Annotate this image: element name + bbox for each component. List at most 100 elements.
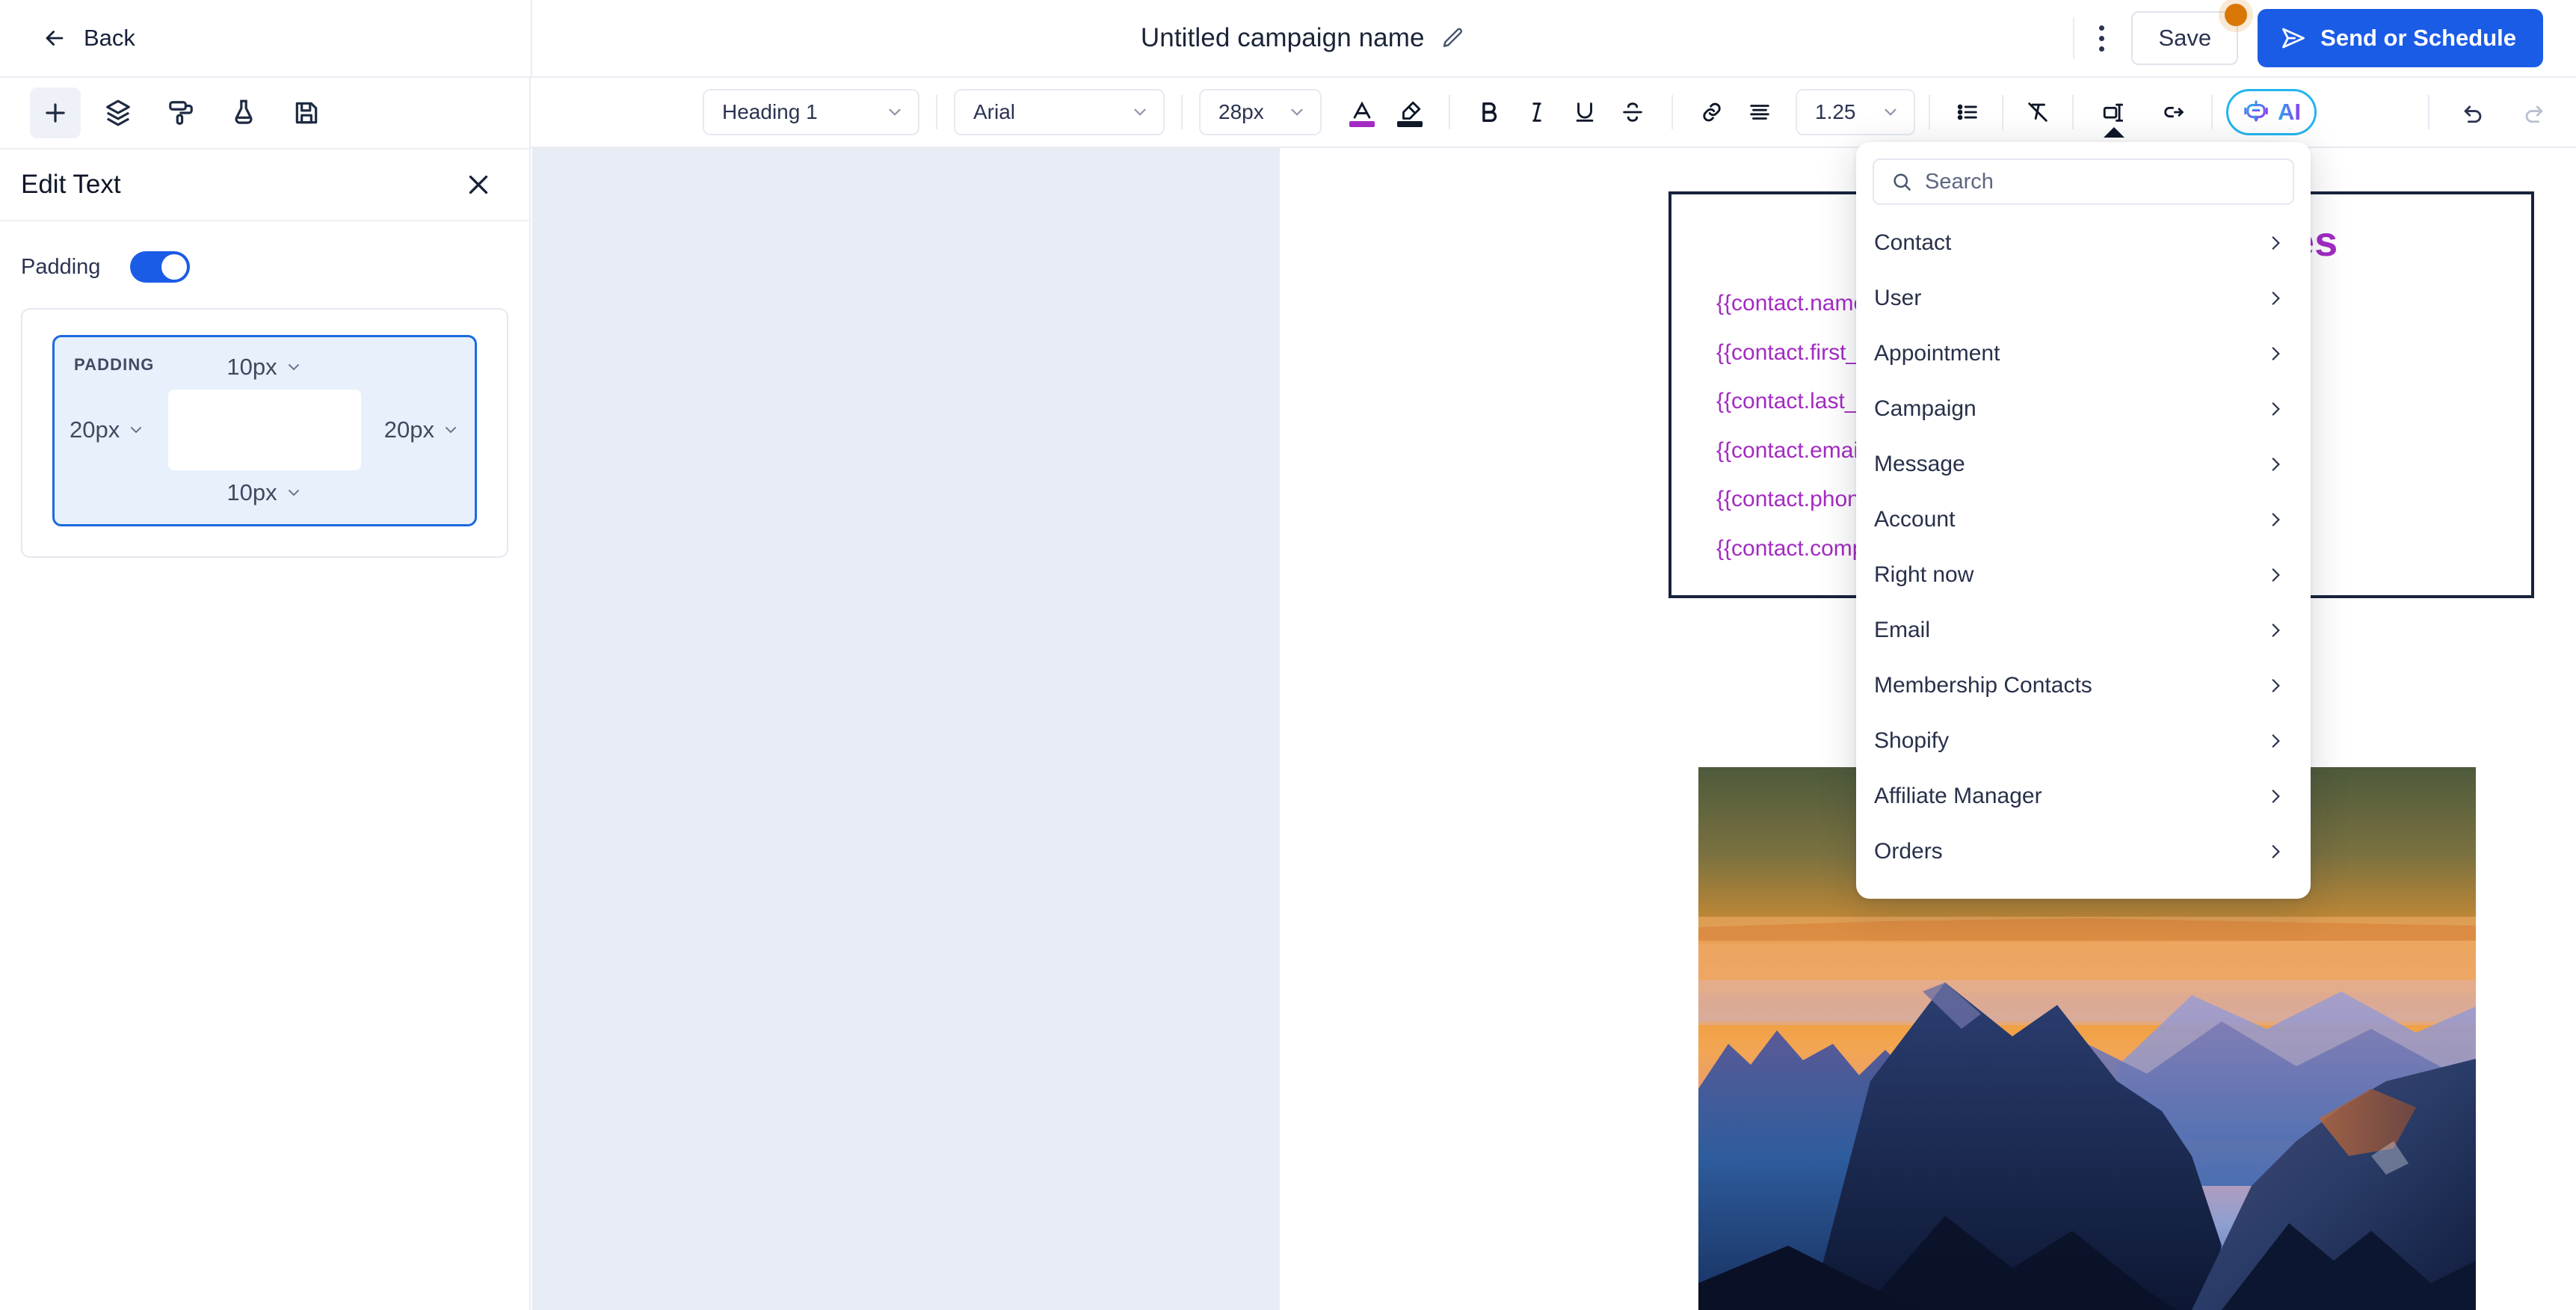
chevron-right-icon: [2272, 236, 2280, 250]
text-color-swatch: [1349, 121, 1375, 127]
chevron-down-icon: [446, 427, 456, 434]
search-icon: [1894, 173, 1911, 191]
padding-middle-row: 20px 20px: [70, 381, 460, 479]
padding-right-select[interactable]: 20px: [384, 416, 460, 443]
search-field[interactable]: [1873, 159, 2294, 205]
search-input[interactable]: [1925, 169, 2276, 194]
toolbar-divider: [1671, 95, 1673, 129]
dropdown-item-appointment[interactable]: Appointment: [1856, 326, 2311, 381]
padding-box: PADDING 10px 20px 20px 10px: [52, 335, 477, 526]
kebab-dot: [2098, 46, 2104, 52]
active-popover-caret: [2104, 127, 2124, 138]
font-family-select[interactable]: Arial: [954, 89, 1165, 135]
bold-icon[interactable]: [1465, 88, 1513, 136]
dropdown-item-user[interactable]: User: [1856, 271, 2311, 326]
padding-bottom-row: 10px: [70, 479, 460, 506]
dropdown-item-campaign[interactable]: Campaign: [1856, 381, 2311, 437]
paragraph-style-select[interactable]: Heading 1: [703, 89, 919, 135]
dropdown-item-membership-contacts[interactable]: Membership Contacts: [1856, 658, 2311, 713]
chevron-right-icon: [2272, 458, 2280, 471]
merge-field-icon[interactable]: [2090, 88, 2138, 138]
line-height-value: 1.25: [1815, 100, 1856, 123]
dropdown-item-contact[interactable]: Contact: [1856, 215, 2311, 271]
toolbar-divider: [2072, 95, 2074, 129]
dropdown-item-label: Campaign: [1874, 396, 1976, 421]
pencil-icon[interactable]: [1441, 26, 1465, 50]
unsaved-changes-dot: [2225, 4, 2248, 26]
more-options-button[interactable]: [2073, 17, 2112, 59]
link-icon[interactable]: [1688, 88, 1736, 136]
robot-icon: [2244, 100, 2268, 122]
send-or-schedule-button[interactable]: Send or Schedule: [2258, 9, 2543, 67]
campaign-title-zone: Untitled campaign name: [532, 0, 2073, 77]
send-button-label: Send or Schedule: [2320, 25, 2516, 51]
toolbar-divider: [2002, 95, 2003, 129]
back-button[interactable]: Back: [0, 0, 532, 77]
dropdown-item-label: Membership Contacts: [1874, 673, 2092, 698]
dropdown-item-right-now[interactable]: Right now: [1856, 547, 2311, 603]
ai-button-label: AI: [2278, 99, 2301, 125]
dropdown-item-shopify[interactable]: Shopify: [1856, 713, 2311, 769]
ai-assistant-button[interactable]: AI: [2226, 89, 2317, 135]
send-icon: [2282, 28, 2305, 49]
paint-roller-tool[interactable]: [155, 87, 206, 138]
font-family-value: Arial: [973, 100, 1016, 123]
padding-toggle[interactable]: [130, 251, 191, 283]
align-icon[interactable]: [1736, 88, 1784, 136]
custom-values-dropdown: Contact User Appointment Campaign Messag…: [1856, 142, 2311, 899]
dropdown-item-label: Appointment: [1874, 341, 2000, 366]
dropdown-item-label: Email: [1874, 618, 1931, 642]
strikethrough-icon[interactable]: [1609, 88, 1657, 136]
bulleted-list-icon[interactable]: [1944, 88, 1991, 136]
back-arrow-icon: [46, 31, 64, 46]
chevron-down-icon: [889, 108, 901, 116]
toolbar-divider: [936, 95, 937, 129]
dropdown-item-label: Orders: [1874, 839, 1943, 864]
dropdown-item-email[interactable]: Email: [1856, 603, 2311, 658]
layers-tool[interactable]: [93, 87, 144, 138]
undo-icon[interactable]: [2449, 88, 2497, 136]
chevron-down-icon: [288, 490, 299, 496]
insert-link-icon[interactable]: [2150, 88, 2198, 136]
clear-formatting-icon[interactable]: [2014, 88, 2062, 136]
redo-icon[interactable]: [2510, 88, 2558, 136]
padding-top-select[interactable]: 10px: [227, 354, 302, 381]
chevron-down-icon: [288, 364, 299, 371]
padding-left-select[interactable]: 20px: [70, 416, 145, 443]
text-color-icon[interactable]: [1338, 88, 1386, 136]
chevron-down-icon: [1885, 108, 1896, 116]
save-template-tool[interactable]: [281, 87, 332, 138]
save-button[interactable]: Save: [2131, 4, 2248, 65]
dropdown-item-label: Shopify: [1874, 728, 1950, 753]
padding-left-value: 20px: [70, 416, 120, 443]
experiment-tool[interactable]: [218, 87, 269, 138]
highlight-color-icon[interactable]: [1386, 88, 1434, 136]
font-size-value: 28px: [1218, 100, 1264, 123]
left-panel: Edit Text Padding PADDING 10px 20px 20px…: [0, 78, 531, 1310]
dropdown-item-label: User: [1874, 286, 1922, 310]
underline-icon[interactable]: [1561, 88, 1609, 136]
toolbar-divider: [2211, 95, 2213, 129]
toolbar-divider: [1181, 95, 1183, 129]
dropdown-item-account[interactable]: Account: [1856, 492, 2311, 547]
font-size-select[interactable]: 28px: [1199, 89, 1322, 135]
dropdown-item-affiliate-manager[interactable]: Affiliate Manager: [1856, 769, 2311, 824]
back-label: Back: [84, 25, 135, 51]
close-icon[interactable]: [465, 171, 492, 198]
page-title: Untitled campaign name: [1140, 23, 1425, 52]
highlight-color-swatch: [1397, 121, 1423, 127]
chevron-down-icon: [1134, 108, 1146, 116]
italic-icon[interactable]: [1513, 88, 1561, 136]
line-height-select[interactable]: 1.25: [1796, 89, 1915, 135]
add-block-tool[interactable]: [30, 87, 81, 138]
dropdown-item-message[interactable]: Message: [1856, 437, 2311, 492]
chevron-right-icon: [2272, 292, 2280, 305]
chevron-right-icon: [2272, 845, 2280, 858]
floppy-disk-icon: [295, 102, 318, 124]
padding-bottom-select[interactable]: 10px: [227, 479, 302, 506]
panel-title: Edit Text: [21, 170, 121, 199]
chevron-down-icon: [1291, 108, 1303, 116]
dropdown-item-orders[interactable]: Orders: [1856, 824, 2311, 879]
panel-tool-row: [0, 78, 529, 150]
chevron-right-icon: [2272, 790, 2280, 803]
